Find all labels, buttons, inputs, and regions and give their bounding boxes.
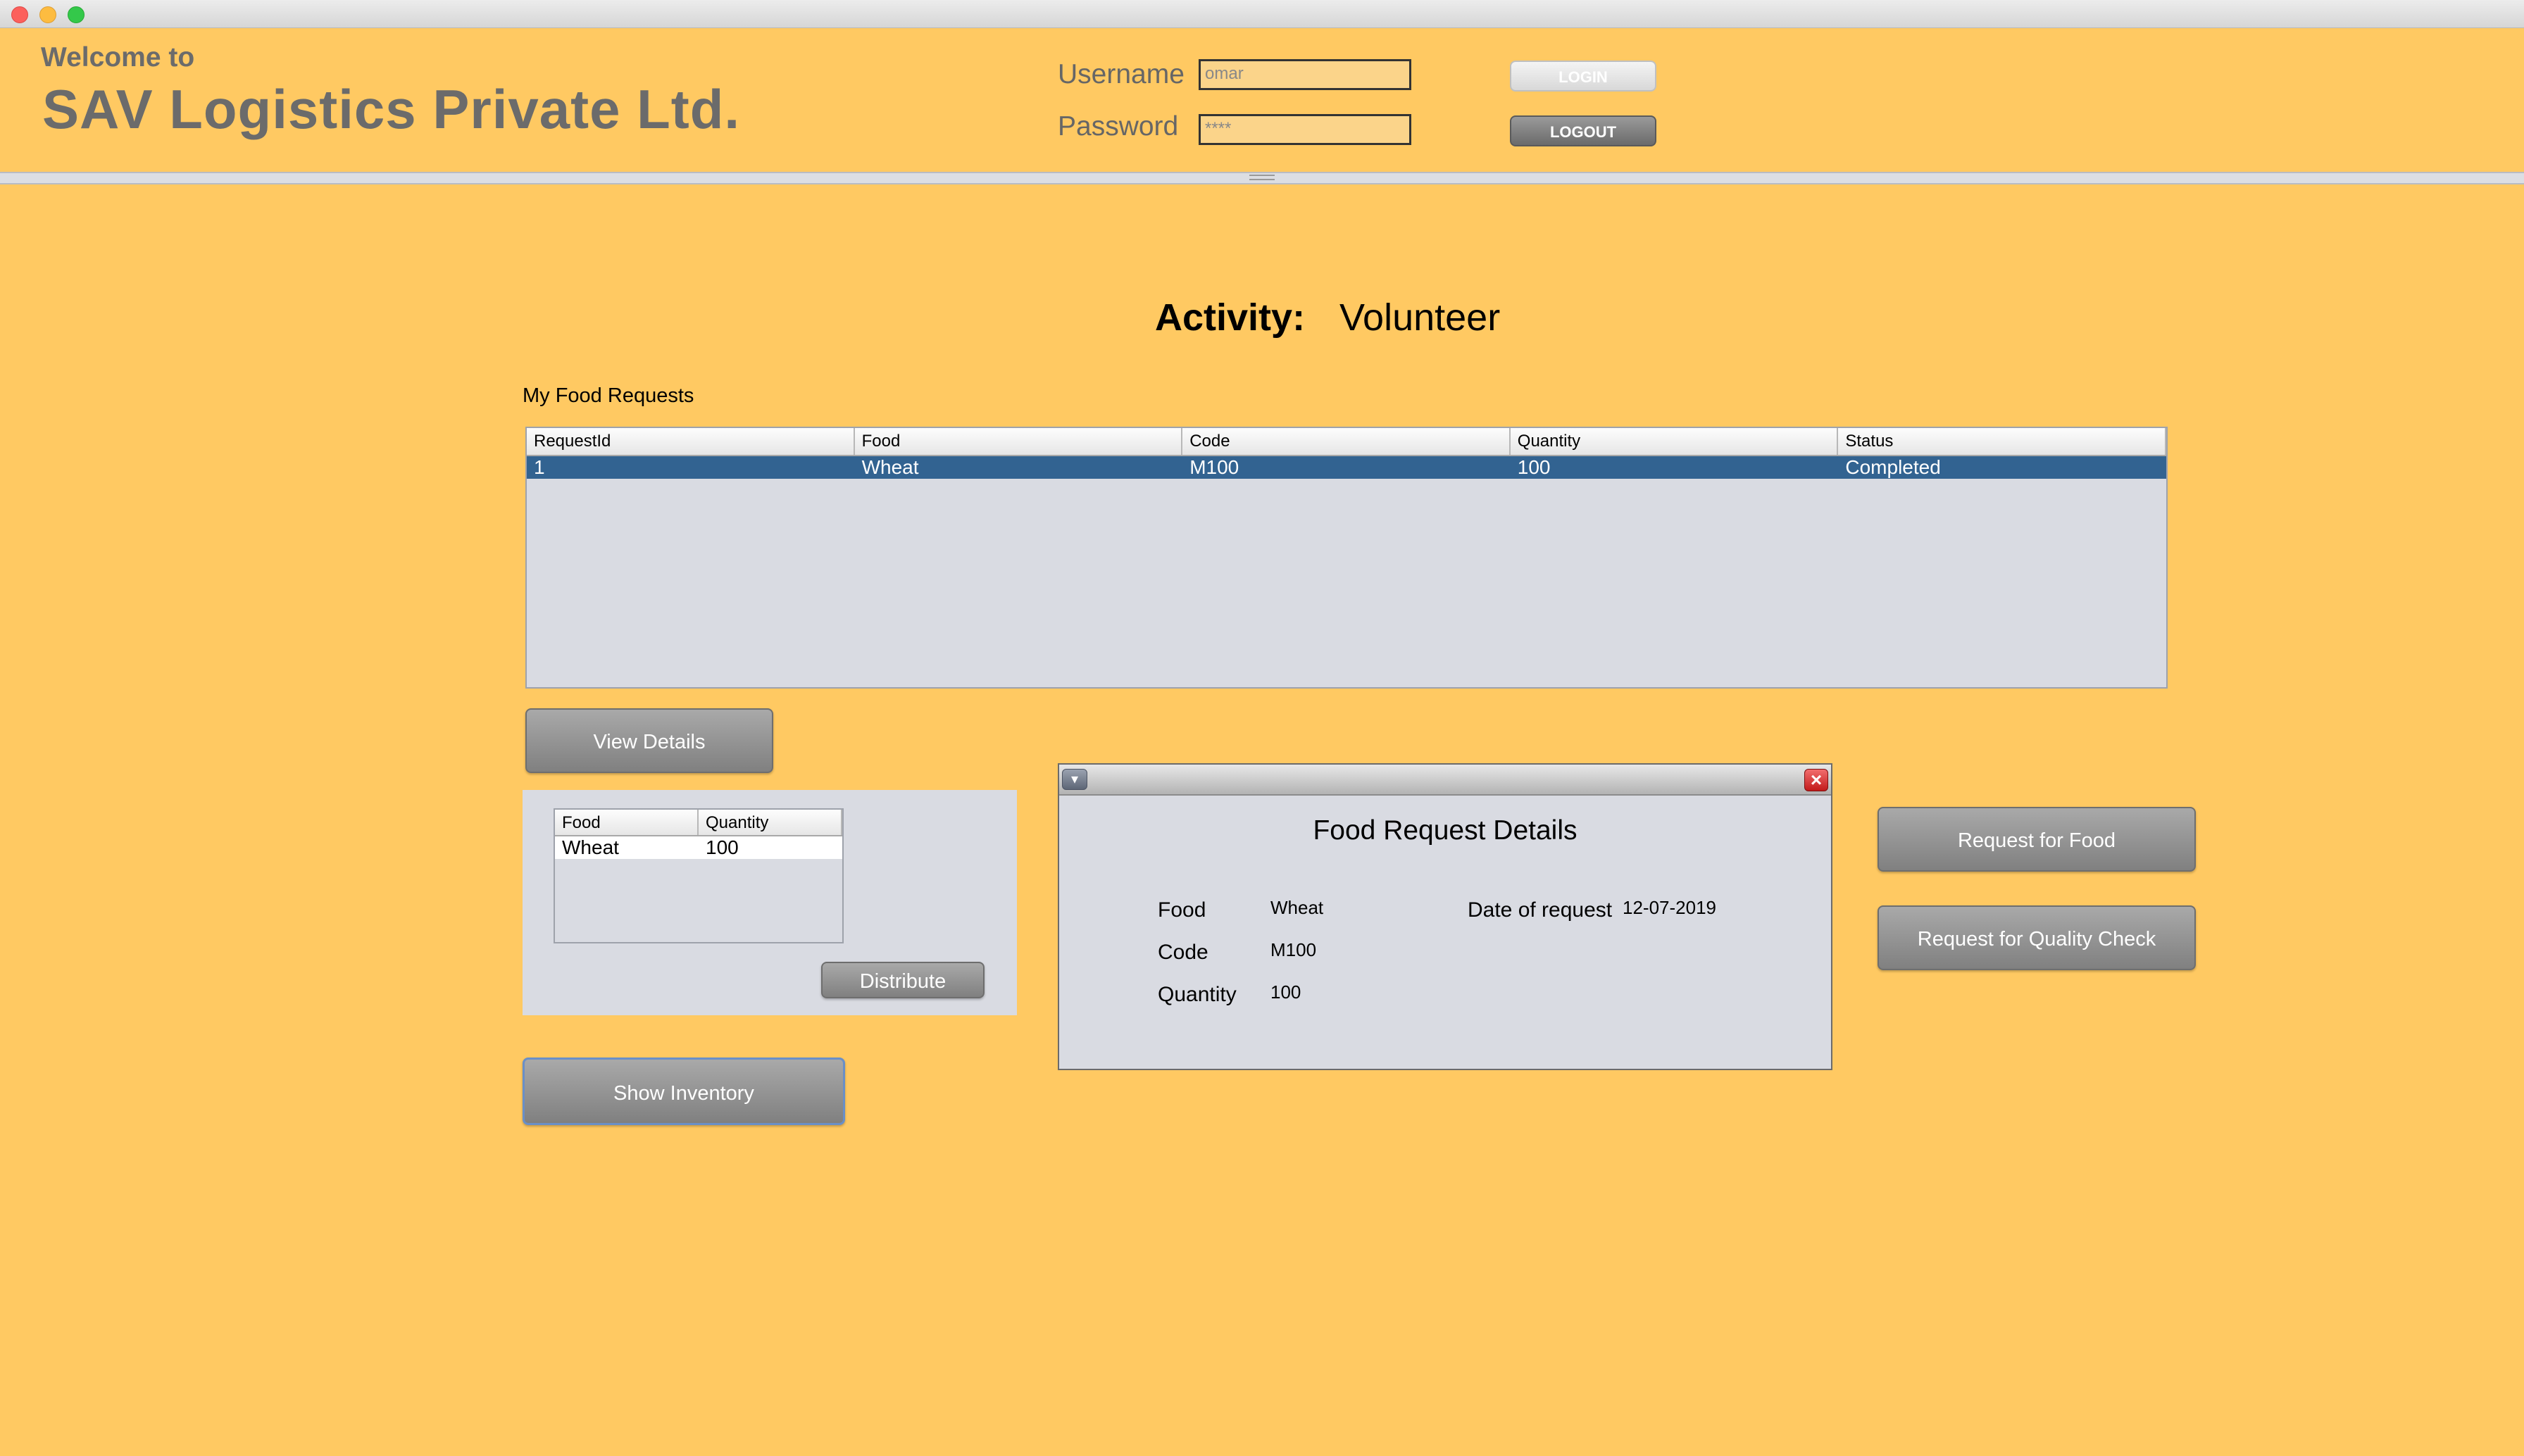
split-pane-divider[interactable] <box>0 172 2524 184</box>
password-label: Password <box>1058 111 1179 142</box>
welcome-text: Welcome to <box>41 42 195 73</box>
show-inventory-button[interactable]: Show Inventory <box>523 1058 845 1125</box>
distribute-button[interactable]: Distribute <box>821 962 985 998</box>
food-requests-table[interactable]: RequestId Food Code Quantity Status 1 Wh… <box>525 427 2168 689</box>
inventory-table-header: Food Quantity <box>555 810 842 836</box>
login-button[interactable]: LOGIN <box>1510 61 1656 92</box>
close-icon[interactable]: × <box>1804 769 1828 791</box>
inventory-table[interactable]: Food Quantity Wheat 100 <box>554 808 844 943</box>
view-details-button[interactable]: View Details <box>525 708 773 773</box>
date-of-request-value: 12-07-2019 <box>1623 897 1716 918</box>
cell-food: Wheat <box>562 836 619 858</box>
cell-code: M100 <box>1189 456 1239 478</box>
logout-button[interactable]: LOGOUT <box>1510 115 1656 146</box>
code-value: M100 <box>1270 939 1317 960</box>
food-value: Wheat <box>1270 897 1324 918</box>
divider-grip-icon[interactable] <box>1249 175 1275 180</box>
column-header-quantity[interactable]: Quantity <box>699 810 842 835</box>
maximize-window-icon[interactable] <box>68 6 85 23</box>
close-window-icon[interactable] <box>11 6 28 23</box>
food-request-details-frame: ▾ × Food Request Details Food Wheat Code… <box>1058 763 1832 1070</box>
username-label: Username <box>1058 59 1185 89</box>
column-header-requestid[interactable]: RequestId <box>527 428 855 455</box>
activity-value: Volunteer <box>1339 296 1501 339</box>
company-name: SAV Logistics Private Ltd. <box>42 78 741 140</box>
quantity-label: Quantity <box>1158 983 1237 1006</box>
app-window: Welcome to SAV Logistics Private Ltd. Us… <box>0 0 2524 1456</box>
frame-title-bar[interactable]: ▾ × <box>1059 765 1831 796</box>
cell-food: Wheat <box>861 456 919 478</box>
cell-requestid: 1 <box>534 456 545 478</box>
food-label: Food <box>1158 898 1206 922</box>
quantity-value: 100 <box>1270 981 1301 1003</box>
password-input[interactable]: **** <box>1199 114 1411 145</box>
cell-quantity: 100 <box>706 836 739 858</box>
code-label: Code <box>1158 941 1208 964</box>
username-input[interactable]: omar <box>1199 59 1411 90</box>
table-header: RequestId Food Code Quantity Status <box>527 428 2166 456</box>
date-of-request-label: Date of request <box>1468 898 1613 922</box>
table-row[interactable]: Wheat 100 <box>555 836 842 859</box>
my-food-requests-label: My Food Requests <box>523 384 694 407</box>
table-row[interactable]: 1 Wheat M100 100 Completed <box>527 456 2166 479</box>
activity-label: Activity: <box>1155 296 1306 339</box>
request-for-quality-check-button[interactable]: Request for Quality Check <box>1878 905 2196 970</box>
column-header-code[interactable]: Code <box>1182 428 1511 455</box>
request-for-food-button[interactable]: Request for Food <box>1878 807 2196 872</box>
cell-status: Completed <box>1845 456 1941 478</box>
minimize-window-icon[interactable] <box>39 6 56 23</box>
cell-quantity: 100 <box>1517 456 1551 478</box>
frame-menu-icon[interactable]: ▾ <box>1062 769 1087 790</box>
column-header-food[interactable]: Food <box>855 428 1183 455</box>
column-header-status[interactable]: Status <box>1838 428 2166 455</box>
column-header-quantity[interactable]: Quantity <box>1511 428 1839 455</box>
header-panel: Welcome to SAV Logistics Private Ltd. Us… <box>0 28 2524 172</box>
title-bar <box>0 0 2524 28</box>
column-header-food[interactable]: Food <box>555 810 699 835</box>
details-title: Food Request Details <box>1313 815 1578 846</box>
